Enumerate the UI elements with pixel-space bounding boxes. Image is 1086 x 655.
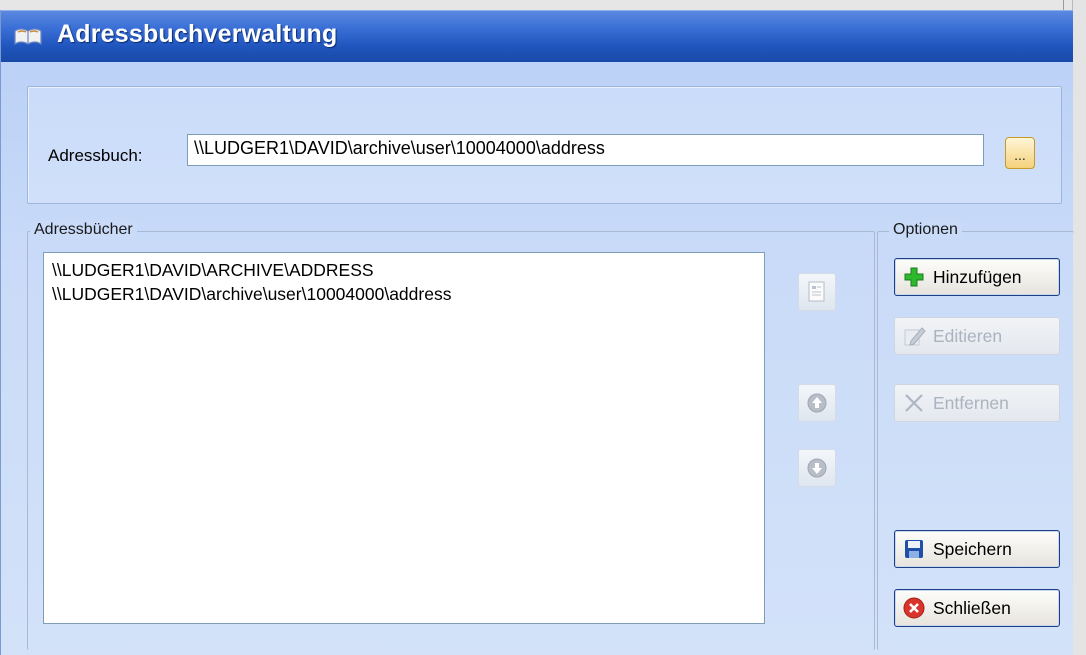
address-books-legend: Adressbücher: [30, 221, 137, 239]
list-item[interactable]: \\LUDGER1\DAVID\archive\user\10004000\ad…: [44, 282, 764, 306]
floppy-disk-icon: [901, 536, 927, 562]
pencil-icon: [901, 323, 927, 349]
title-bar[interactable]: Adressbuchverwaltung: [1, 10, 1073, 62]
plus-icon: [901, 264, 927, 290]
add-button-label: Hinzufügen: [933, 266, 1022, 287]
arrow-up-icon: [807, 393, 827, 413]
address-book-path-input[interactable]: \\LUDGER1\DAVID\archive\user\10004000\ad…: [187, 134, 984, 166]
address-book-manager-window: Adressbuchverwaltung Adressbuch: \\LUDGE…: [0, 10, 1074, 655]
properties-button[interactable]: [798, 273, 836, 311]
book-icon: [14, 28, 42, 46]
list-item[interactable]: \\LUDGER1\DAVID\ARCHIVE\ADDRESS: [44, 258, 764, 282]
close-button[interactable]: Schließen: [894, 589, 1060, 627]
x-icon: [901, 390, 927, 416]
save-button-label: Speichern: [933, 538, 1012, 559]
add-button[interactable]: Hinzufügen: [894, 258, 1060, 296]
move-up-button[interactable]: [798, 384, 836, 422]
remove-button-label: Entfernen: [933, 392, 1009, 413]
address-book-panel: Adressbuch: \\LUDGER1\DAVID\archive\user…: [27, 86, 1062, 204]
background-window-edge: [1072, 0, 1086, 655]
address-book-label: Adressbuch:: [48, 146, 143, 165]
background-window-strip: [0, 0, 1086, 10]
save-button[interactable]: Speichern: [894, 530, 1060, 568]
move-down-button[interactable]: [798, 449, 836, 487]
options-legend: Optionen: [889, 221, 962, 239]
edit-button[interactable]: Editieren: [894, 317, 1060, 355]
address-books-list[interactable]: \\LUDGER1\DAVID\ARCHIVE\ADDRESS \\LUDGER…: [43, 252, 765, 624]
close-button-label: Schließen: [933, 597, 1011, 618]
properties-icon: [808, 281, 825, 302]
edit-button-label: Editieren: [933, 325, 1003, 346]
browse-button[interactable]: ...: [1005, 137, 1035, 169]
window-title: Adressbuchverwaltung: [57, 20, 338, 48]
close-icon: [901, 595, 927, 621]
arrow-down-icon: [807, 458, 827, 478]
remove-button[interactable]: Entfernen: [894, 384, 1060, 422]
